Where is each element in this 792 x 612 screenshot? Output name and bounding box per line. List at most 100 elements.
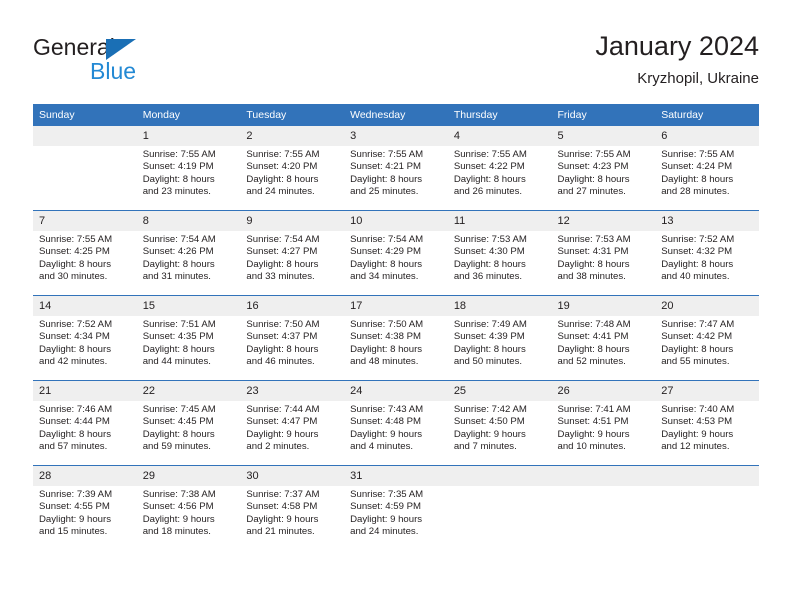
day-detail-line: Daylight: 8 hours [350,258,423,270]
calendar-day-cell[interactable]: 10 Sunrise: 7:54 AM Sunset: 4:29 PM Dayligh… [344,210,448,296]
day-detail-line: Daylight: 9 hours [246,428,319,440]
day-detail-line: Sunrise: 7:55 AM [661,149,735,160]
weekday-header-wednesday: Wednesday [344,104,448,126]
day-number: 25 [447,381,552,401]
day-details: Sunrise: 7:53 AM Sunset: 4:31 PM Daylight:… [552,231,656,283]
day-detail-line: Sunrise: 7:41 AM [557,404,631,415]
day-details: Sunrise: 7:54 AM Sunset: 4:26 PM Daylight:… [137,231,241,283]
calendar-day-cell[interactable]: 24 Sunrise: 7:43 AM Sunset: 4:48 PM Dayligh… [344,380,448,466]
day-details: Sunrise: 7:51 AM Sunset: 4:35 PM Daylight:… [137,316,241,368]
day-detail-line: Sunrise: 7:39 AM [39,489,113,500]
calendar-day-cell[interactable]: 1 Sunrise: 7:55 AM Sunset: 4:19 PM Daylight… [136,126,241,211]
day-details: Sunrise: 7:45 AM Sunset: 4:45 PM Daylight:… [137,401,241,453]
day-detail-line: Sunset: 4:50 PM [453,416,525,428]
weekday-header-saturday: Saturday [655,104,759,126]
day-detail-line: Sunrise: 7:37 AM [246,489,320,500]
day-detail-line: Sunrise: 7:47 AM [661,319,735,330]
calendar-day-cell[interactable]: 18 Sunrise: 7:49 AM Sunset: 4:39 PM Dayligh… [447,295,552,381]
day-cell-inner: 24 Sunrise: 7:43 AM Sunset: 4:48 PM Dayligh… [344,381,448,465]
calendar-day-cell[interactable]: 23 Sunrise: 7:44 AM Sunset: 4:47 PM Dayligh… [240,380,345,466]
calendar-day-cell[interactable]: 12 Sunrise: 7:53 AM Sunset: 4:31 PM Dayligh… [551,210,656,296]
calendar-day-cell[interactable]: 28 Sunrise: 7:39 AM Sunset: 4:55 PM Dayligh… [33,465,137,550]
calendar-day-cell[interactable]: 19 Sunrise: 7:48 AM Sunset: 4:41 PM Dayligh… [551,295,656,381]
day-number: 20 [655,296,759,316]
day-detail-line: Sunrise: 7:44 AM [246,404,320,415]
day-cell-inner [33,126,137,210]
day-detail-line: and 21 minutes. [246,525,315,537]
day-detail-line: Daylight: 8 hours [350,343,423,355]
day-cell-inner: 27 Sunrise: 7:40 AM Sunset: 4:53 PM Dayligh… [655,381,759,465]
day-detail-line: Sunset: 4:38 PM [350,331,422,343]
day-detail-line: and 25 minutes. [350,185,419,197]
day-number: 6 [655,126,759,146]
day-details: Sunrise: 7:54 AM Sunset: 4:27 PM Daylight:… [240,231,344,283]
day-number: 23 [240,381,345,401]
day-detail-line: Daylight: 9 hours [350,428,423,440]
calendar-body: 1 Sunrise: 7:55 AM Sunset: 4:19 PM Daylight… [33,126,759,550]
calendar-day-cell[interactable]: 13 Sunrise: 7:52 AM Sunset: 4:32 PM Dayligh… [655,210,759,296]
calendar-day-cell[interactable]: 8 Sunrise: 7:54 AM Sunset: 4:26 PM Daylight… [136,210,241,296]
calendar-day-cell[interactable]: 20 Sunrise: 7:47 AM Sunset: 4:42 PM Dayligh… [655,295,759,381]
title-block: January 2024 Kryzhopil, Ukraine [595,30,759,90]
day-detail-line: Daylight: 9 hours [557,428,630,440]
day-detail-line: Sunset: 4:29 PM [350,246,422,258]
day-detail-line: Daylight: 8 hours [142,258,215,270]
day-detail-line: and 26 minutes. [453,185,523,197]
day-number: 16 [240,296,345,316]
calendar-day-cell[interactable]: 5 Sunrise: 7:55 AM Sunset: 4:23 PM Daylight… [551,126,656,211]
calendar-day-cell[interactable]: 31 Sunrise: 7:35 AM Sunset: 4:59 PM Dayligh… [344,465,448,550]
day-detail-line: Daylight: 8 hours [661,173,734,185]
day-detail-line: and 10 minutes. [557,440,626,452]
brand-name-general: General [33,34,115,60]
day-details: Sunrise: 7:46 AM Sunset: 4:44 PM Daylight:… [33,401,137,453]
calendar-day-cell[interactable]: 30 Sunrise: 7:37 AM Sunset: 4:58 PM Dayligh… [240,465,345,550]
day-detail-line: Daylight: 8 hours [661,343,734,355]
weekday-header-monday: Monday [136,104,241,126]
calendar-day-cell[interactable]: 4 Sunrise: 7:55 AM Sunset: 4:22 PM Daylight… [447,126,552,211]
calendar-day-cell[interactable]: 22 Sunrise: 7:45 AM Sunset: 4:45 PM Dayligh… [136,380,241,466]
calendar-day-cell[interactable]: 26 Sunrise: 7:41 AM Sunset: 4:51 PM Dayligh… [551,380,656,466]
day-details: Sunrise: 7:55 AM Sunset: 4:24 PM Daylight:… [655,146,759,198]
weekday-header-thursday: Thursday [447,104,552,126]
calendar-day-cell[interactable]: 25 Sunrise: 7:42 AM Sunset: 4:50 PM Dayligh… [447,380,552,466]
calendar-day-cell[interactable]: 3 Sunrise: 7:55 AM Sunset: 4:21 PM Daylight… [344,126,448,211]
day-detail-line: and 36 minutes. [453,270,523,282]
day-cell-inner: 9 Sunrise: 7:54 AM Sunset: 4:27 PM Daylight… [240,211,345,295]
calendar-day-cell[interactable]: 2 Sunrise: 7:55 AM Sunset: 4:20 PM Daylight… [240,126,345,211]
day-number: 15 [136,296,241,316]
day-cell-inner [655,466,759,550]
day-detail-line: Sunset: 4:35 PM [142,331,214,343]
day-details: Sunrise: 7:38 AM Sunset: 4:56 PM Daylight:… [137,486,241,538]
calendar-day-cell[interactable]: 9 Sunrise: 7:54 AM Sunset: 4:27 PM Daylight… [240,210,345,296]
day-detail-line: Daylight: 9 hours [246,513,319,525]
day-number: 21 [33,381,137,401]
day-detail-line: and 48 minutes. [350,355,419,367]
day-detail-line: Sunset: 4:56 PM [142,501,214,513]
calendar-day-cell[interactable]: 7 Sunrise: 7:55 AM Sunset: 4:25 PM Daylight… [33,210,137,296]
calendar-empty-cell [33,126,137,211]
day-cell-inner: 10 Sunrise: 7:54 AM Sunset: 4:29 PM Dayligh… [344,211,448,295]
day-cell-inner: 19 Sunrise: 7:48 AM Sunset: 4:41 PM Dayligh… [551,296,656,380]
day-cell-inner: 16 Sunrise: 7:50 AM Sunset: 4:37 PM Dayligh… [240,296,345,380]
day-detail-line: Sunset: 4:47 PM [246,416,318,428]
calendar-day-cell[interactable]: 6 Sunrise: 7:55 AM Sunset: 4:24 PM Daylight… [655,126,759,211]
day-detail-line: Daylight: 8 hours [661,258,734,270]
day-cell-inner: 14 Sunrise: 7:52 AM Sunset: 4:34 PM Dayligh… [33,296,137,380]
day-details: Sunrise: 7:40 AM Sunset: 4:53 PM Daylight:… [655,401,759,453]
calendar-day-cell[interactable]: 29 Sunrise: 7:38 AM Sunset: 4:56 PM Dayligh… [136,465,241,550]
calendar-day-cell[interactable]: 27 Sunrise: 7:40 AM Sunset: 4:53 PM Dayligh… [655,380,759,466]
day-number: 7 [33,211,137,231]
calendar-day-cell[interactable]: 21 Sunrise: 7:46 AM Sunset: 4:44 PM Dayligh… [33,380,137,466]
brand-logo[interactable]: General Blue [33,34,233,88]
calendar-day-cell[interactable]: 16 Sunrise: 7:50 AM Sunset: 4:37 PM Dayligh… [240,295,345,381]
calendar-day-cell[interactable]: 11 Sunrise: 7:53 AM Sunset: 4:30 PM Dayligh… [447,210,552,296]
day-number: 5 [551,126,656,146]
calendar-day-cell[interactable]: 15 Sunrise: 7:51 AM Sunset: 4:35 PM Dayligh… [136,295,241,381]
day-cell-inner: 26 Sunrise: 7:41 AM Sunset: 4:51 PM Dayligh… [551,381,656,465]
day-number: 30 [240,466,345,486]
day-detail-line: and 27 minutes. [557,185,626,197]
calendar-day-cell[interactable]: 14 Sunrise: 7:52 AM Sunset: 4:34 PM Dayligh… [33,295,137,381]
day-detail-line: Sunset: 4:31 PM [557,246,629,258]
calendar-day-cell[interactable]: 17 Sunrise: 7:50 AM Sunset: 4:38 PM Dayligh… [344,295,448,381]
day-detail-line: Daylight: 8 hours [39,258,111,270]
